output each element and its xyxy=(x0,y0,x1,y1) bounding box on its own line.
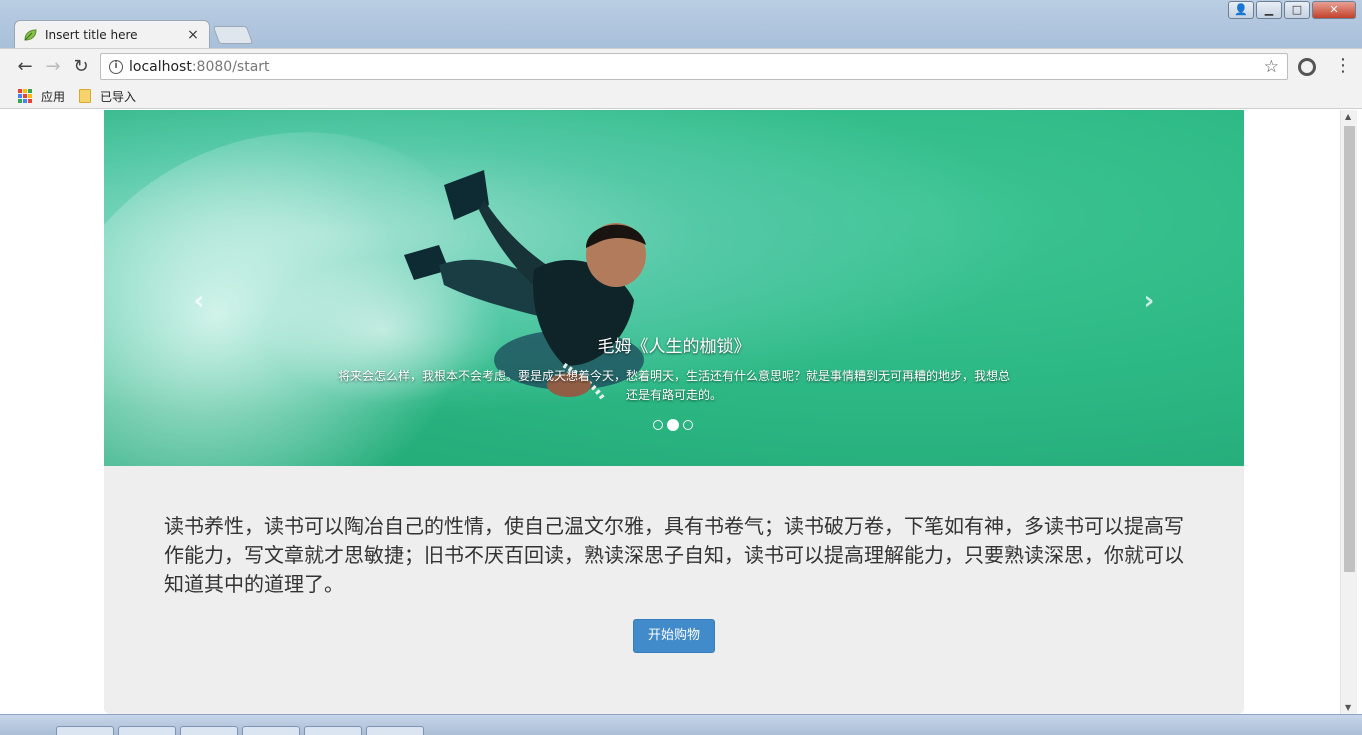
carousel-indicator-dot[interactable] xyxy=(667,419,679,431)
taskbar-app-button[interactable] xyxy=(118,726,176,735)
jumbotron-lead: 读书养性，读书可以陶冶自己的性情，使自己温文尔雅，具有书卷气；读书破万卷，下笔如… xyxy=(164,514,1184,596)
browser-titlebar: Insert title here × 👤 ▁ □ ✕ xyxy=(0,0,1362,48)
scroll-up-icon[interactable]: ▲ xyxy=(1345,112,1351,121)
close-window-button[interactable]: ✕ xyxy=(1312,1,1356,19)
back-arrow-icon[interactable]: ← xyxy=(15,57,35,77)
taskbar-app-button[interactable] xyxy=(180,726,238,735)
caption-title: 毛姆《人生的枷锁》 xyxy=(597,337,751,357)
caption-text: 将来会怎么样，我根本不会考虑。要是成天想着今天，愁着明天，生活还有什么意思呢？就… xyxy=(337,369,1010,402)
leaf-favicon-icon xyxy=(24,28,37,41)
taskbar-app-button[interactable] xyxy=(242,726,300,735)
carousel-caption: 毛姆《人生的枷锁》 将来会怎么样，我根本不会考虑。要是成天想着今天，愁着明天，生… xyxy=(324,332,1024,405)
minimize-button[interactable]: ▁ xyxy=(1256,1,1282,19)
carousel-indicators xyxy=(653,419,693,431)
scrollbar-thumb[interactable] xyxy=(1344,126,1355,572)
address-path: :8080/start xyxy=(191,58,270,75)
site-info-icon[interactable]: i xyxy=(109,59,123,74)
start-shopping-button[interactable]: 开始购物 xyxy=(633,619,715,653)
reload-icon[interactable]: ↻ xyxy=(71,57,91,77)
taskbar-app-button[interactable] xyxy=(56,726,114,735)
scroll-down-icon[interactable]: ▼ xyxy=(1345,703,1351,712)
os-taskbar xyxy=(0,714,1362,735)
image-carousel: ‹ › 毛姆《人生的枷锁》 将来会怎么样，我根本不会考虑。要是成天想着今天，愁着… xyxy=(104,110,1244,466)
page-viewport: ‹ › 毛姆《人生的枷锁》 将来会怎么样，我根本不会考虑。要是成天想着今天，愁着… xyxy=(0,110,1340,714)
tab-title: Insert title here xyxy=(45,27,138,42)
bookmark-apps[interactable]: 应用 xyxy=(41,88,65,105)
user-icon[interactable]: 👤 xyxy=(1228,1,1254,19)
bookmarks-bar: 应用 已导入 xyxy=(0,84,1362,109)
carousel-indicator-dot[interactable] xyxy=(653,420,663,430)
address-bar[interactable]: i localhost :8080/start ☆ xyxy=(100,53,1288,80)
window-controls: 👤 ▁ □ ✕ xyxy=(1228,1,1356,19)
browser-toolbar: ← → ↻ i localhost :8080/start ☆ ⋮ xyxy=(0,48,1362,84)
bookmark-imported[interactable]: 已导入 xyxy=(100,88,136,105)
carousel-prev-icon[interactable]: ‹ xyxy=(184,286,214,316)
taskbar-app-button[interactable] xyxy=(304,726,362,735)
carousel-next-icon[interactable]: › xyxy=(1134,286,1164,316)
extension-icon[interactable] xyxy=(1298,58,1316,76)
bookmark-star-icon[interactable]: ☆ xyxy=(1264,57,1279,77)
maximize-button[interactable]: □ xyxy=(1284,1,1310,19)
new-tab-button[interactable] xyxy=(212,26,254,44)
forward-arrow-icon[interactable]: → xyxy=(43,57,63,77)
taskbar-app-button[interactable] xyxy=(366,726,424,735)
address-host: localhost xyxy=(129,58,192,75)
folder-icon xyxy=(79,89,92,103)
carousel-indicator-dot[interactable] xyxy=(683,420,693,430)
browser-menu-icon[interactable]: ⋮ xyxy=(1334,55,1352,76)
browser-tab[interactable]: Insert title here × xyxy=(14,20,210,48)
jumbotron: 读书养性，读书可以陶冶自己的性情，使自己温文尔雅，具有书卷气；读书破万卷，下笔如… xyxy=(104,466,1244,714)
apps-grid-icon xyxy=(18,89,32,103)
tab-close-icon[interactable]: × xyxy=(185,27,201,43)
vertical-scrollbar[interactable]: ▲ ▼ xyxy=(1340,110,1357,714)
